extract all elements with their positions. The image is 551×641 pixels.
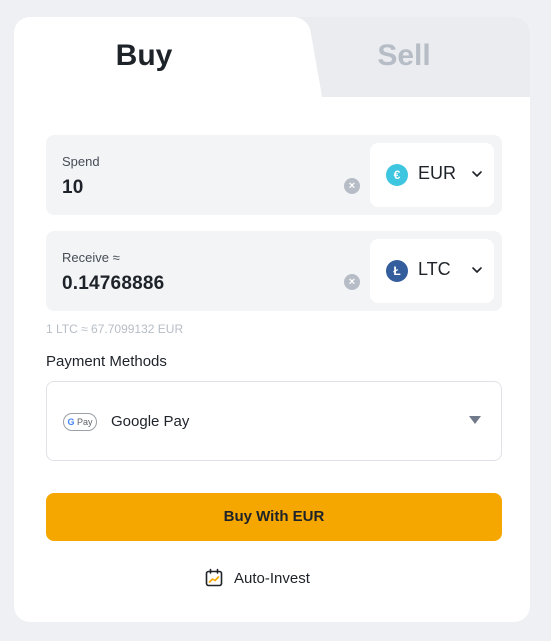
litecoin-icon: Ł bbox=[386, 260, 408, 282]
payment-methods-title: Payment Methods bbox=[46, 353, 167, 370]
caret-down-icon bbox=[469, 416, 481, 424]
spend-currency-code: EUR bbox=[418, 163, 457, 183]
receive-field[interactable]: Receive ≈ 0.14768886 × Ł LTC bbox=[46, 231, 502, 311]
spend-field[interactable]: Spend 10 × € EUR bbox=[46, 135, 502, 215]
calendar-chart-icon bbox=[205, 568, 223, 587]
spend-label: Spend bbox=[62, 154, 100, 169]
tab-sell-label[interactable]: Sell bbox=[324, 39, 484, 73]
chevron-down-icon bbox=[472, 171, 482, 177]
spend-input[interactable]: 10 bbox=[62, 177, 84, 199]
receive-currency-code: LTC bbox=[418, 259, 451, 279]
exchange-rate: 1 LTC ≈ 67.7099132 EUR bbox=[46, 322, 184, 336]
google-pay-icon: G Pay bbox=[63, 413, 97, 431]
payment-method-select[interactable]: G Pay Google Pay bbox=[46, 381, 502, 461]
auto-invest-label: Auto-Invest bbox=[234, 570, 310, 587]
receive-label: Receive ≈ bbox=[62, 250, 120, 265]
spend-currency-select[interactable]: € EUR bbox=[370, 143, 494, 207]
buy-button[interactable]: Buy With EUR bbox=[46, 493, 502, 541]
chevron-down-icon bbox=[472, 267, 482, 273]
tab-buy-label[interactable]: Buy bbox=[64, 39, 224, 73]
trade-card: Buy Sell Spend 10 × € EUR Receive ≈ 0.14… bbox=[14, 17, 530, 622]
clear-receive-icon[interactable]: × bbox=[344, 274, 360, 290]
receive-input[interactable]: 0.14768886 bbox=[62, 273, 164, 295]
clear-spend-icon[interactable]: × bbox=[344, 178, 360, 194]
payment-method-label: Google Pay bbox=[111, 413, 190, 430]
receive-currency-select[interactable]: Ł LTC bbox=[370, 239, 494, 303]
euro-coin-icon: € bbox=[386, 164, 408, 186]
